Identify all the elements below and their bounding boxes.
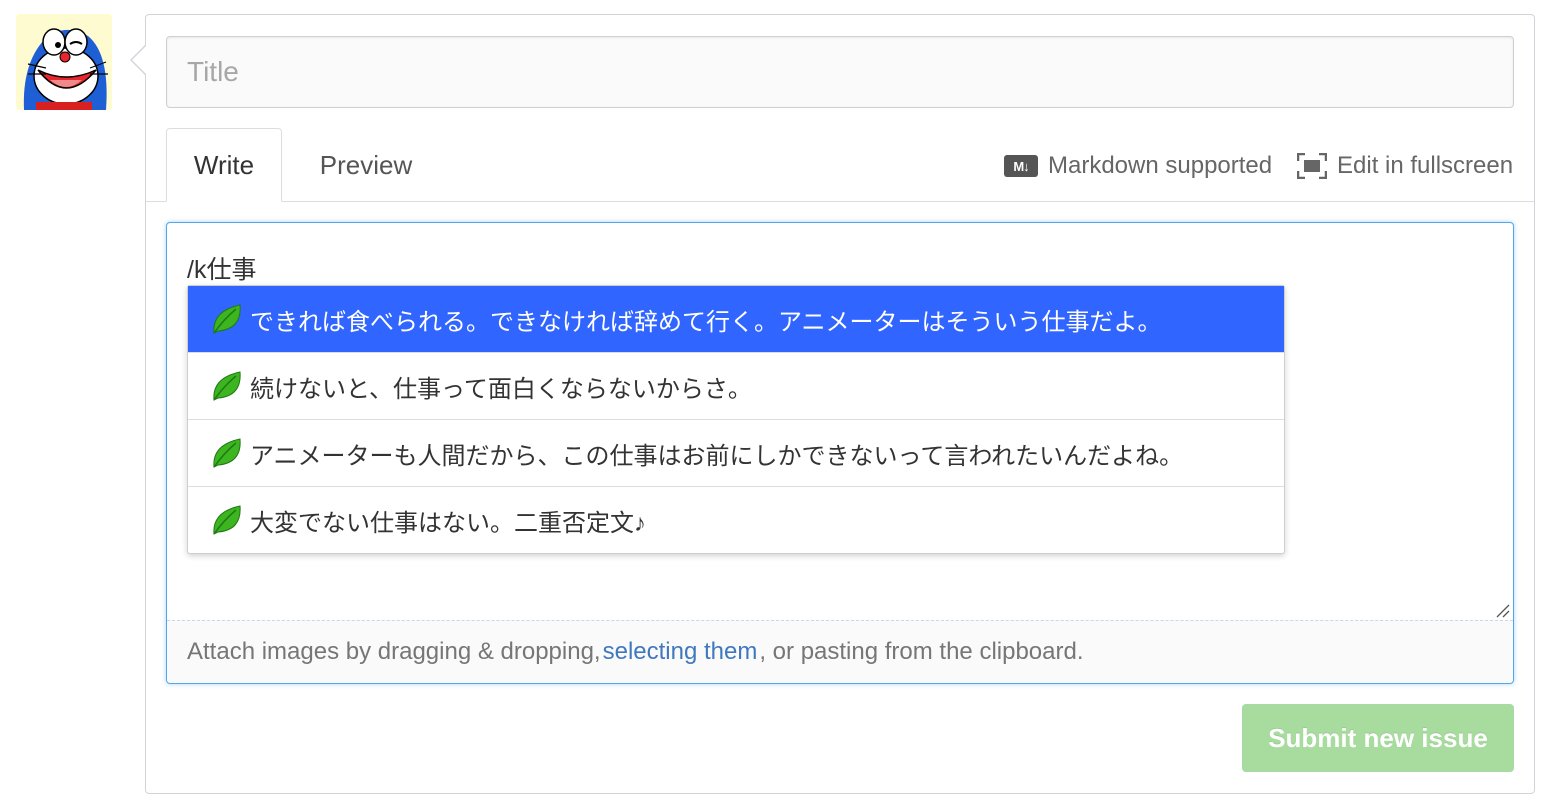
leaf-icon	[213, 304, 241, 334]
suggestion-text: アニメーターも人間だから、この仕事はお前にしかできないって言われたいんだよね。	[250, 442, 1184, 470]
suggestion-item[interactable]: 大変でない仕事はない。二重否定文♪	[188, 486, 1284, 553]
suggestion-text: 大変でない仕事はない。二重否定文♪	[250, 509, 646, 537]
leaf-icon	[213, 505, 241, 535]
markdown-label: Markdown supported	[1048, 152, 1273, 179]
tab-preview[interactable]: Preview	[296, 128, 436, 202]
fullscreen-icon	[1297, 153, 1327, 179]
leaf-icon	[213, 371, 241, 401]
avatar	[16, 14, 112, 110]
suggestion-item[interactable]: できれば食べられる。できなければ辞めて行く。アニメーターはそういう仕事だよ。	[188, 286, 1284, 352]
attach-prefix: Attach images by dragging & dropping,	[187, 638, 601, 665]
attach-suffix: , or pasting from the clipboard.	[759, 638, 1084, 665]
doraemon-avatar-image	[16, 14, 112, 110]
fullscreen-button[interactable]: Edit in fullscreen	[1297, 150, 1513, 182]
textarea-content: /k仕事	[187, 256, 257, 284]
markdown-icon: M↓	[1004, 155, 1038, 177]
suggestion-item[interactable]: 続けないと、仕事って面白くならないからさ。	[188, 352, 1284, 419]
suggestion-text: できれば食べられる。できなければ辞めて行く。アニメーターはそういう仕事だよ。	[250, 308, 1162, 336]
leaf-icon	[213, 438, 241, 468]
suggestion-dropdown: できれば食べられる。できなければ辞めて行く。アニメーターはそういう仕事だよ。 続…	[187, 285, 1285, 554]
tab-write[interactable]: Write	[166, 128, 282, 202]
suggestion-text: 続けないと、仕事って面白くならないからさ。	[250, 375, 752, 403]
attach-images-bar[interactable]: Attach images by dragging & dropping, se…	[167, 620, 1513, 683]
card-pointer-fill	[132, 45, 147, 75]
select-files-link[interactable]: selecting them	[603, 638, 758, 666]
suggestion-item[interactable]: アニメーターも人間だから、この仕事はお前にしかできないって言われたいんだよね。	[188, 419, 1284, 486]
resize-handle-icon[interactable]	[1494, 602, 1510, 618]
markdown-supported-link[interactable]: M↓ Markdown supported	[1004, 150, 1272, 182]
title-input[interactable]	[166, 36, 1514, 108]
submit-new-issue-button[interactable]: Submit new issue	[1242, 704, 1514, 772]
fullscreen-label: Edit in fullscreen	[1337, 152, 1514, 179]
